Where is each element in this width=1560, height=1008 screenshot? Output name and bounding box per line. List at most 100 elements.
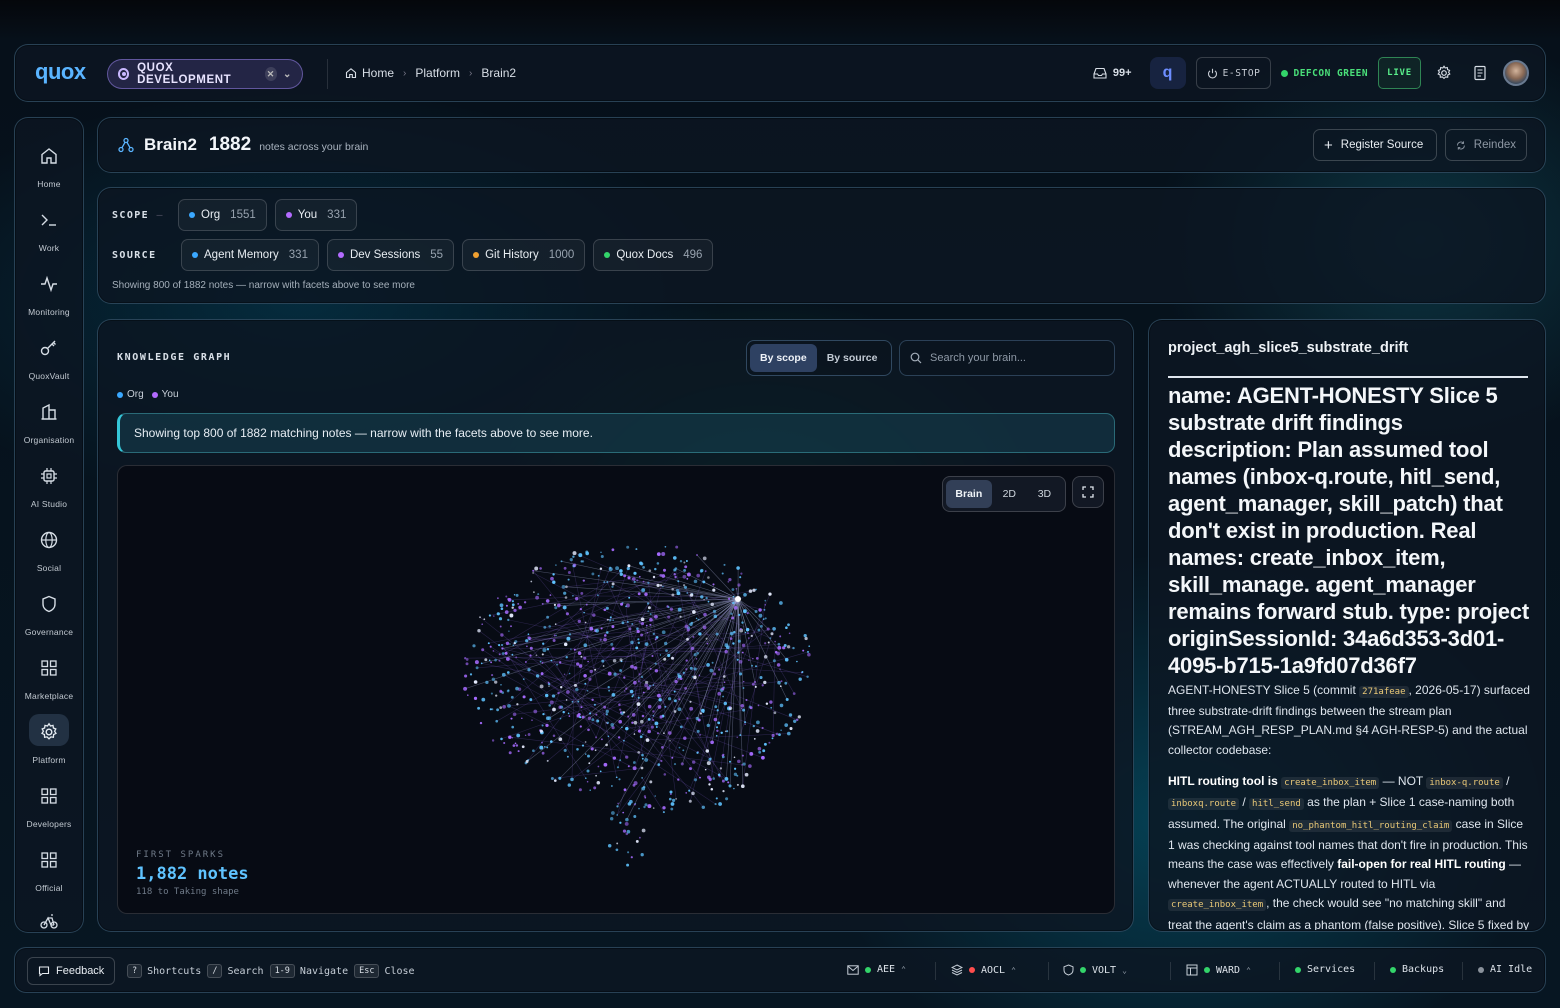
graph-node — [555, 634, 558, 637]
note-body[interactable]: name: AGENT-HONESTY Slice 5 substrate dr… — [1168, 382, 1530, 930]
sidebar-item-official[interactable]: Official — [15, 842, 83, 902]
graph-node — [641, 777, 643, 779]
status-aocl[interactable]: AOCL ⌃ — [951, 964, 1016, 976]
defcon-status[interactable]: DEFCON GREEN — [1281, 68, 1368, 79]
reindex-button[interactable]: Reindex — [1445, 129, 1527, 161]
graph-node — [640, 617, 645, 622]
source-chip-git-history[interactable]: Git History 1000 — [462, 239, 586, 271]
divider — [1374, 962, 1375, 980]
brain-search-input[interactable]: Search your brain... — [899, 340, 1115, 376]
status-backups[interactable]: Backups — [1390, 964, 1444, 975]
graph-node — [571, 700, 574, 703]
live-badge[interactable]: LIVE — [1378, 57, 1421, 89]
inbox-button[interactable]: 99+ — [1093, 67, 1132, 79]
graph-node — [492, 650, 495, 652]
chevron-right-icon: › — [469, 67, 473, 79]
graph-node — [722, 790, 725, 793]
status-volt[interactable]: VOLT ⌄ — [1063, 964, 1127, 976]
graph-node — [723, 701, 728, 706]
sidebar-item-marketplace[interactable]: Marketplace — [15, 650, 83, 710]
source-chip-dev-sessions[interactable]: Dev Sessions 55 — [326, 239, 455, 271]
source-chip-agent-memory[interactable]: Agent Memory 331 — [181, 239, 319, 271]
fullscreen-button[interactable] — [1072, 476, 1104, 508]
graph-node — [659, 654, 662, 656]
status-aee[interactable]: AEE ⌃ — [847, 964, 906, 975]
sidebar-item-monitoring[interactable]: Monitoring — [15, 266, 83, 326]
sparks-label: FIRST SPARKS — [136, 850, 226, 860]
sidebar-item-work[interactable]: Work — [15, 202, 83, 262]
workspace-selector[interactable]: QUOX DEVELOPMENT ✕ ⌄ — [107, 59, 303, 89]
note-count: 1882 — [208, 134, 252, 155]
graph-node — [725, 797, 729, 801]
graph-node — [645, 738, 650, 742]
estop-button[interactable]: E-STOP — [1195, 57, 1272, 89]
graph-node — [542, 648, 547, 653]
graph-node — [587, 660, 589, 663]
graph-node — [686, 592, 688, 594]
graph-node — [625, 817, 629, 822]
mode-2d-button[interactable]: 2D — [992, 480, 1027, 508]
graph-node — [610, 642, 614, 646]
settings-button[interactable] — [1431, 60, 1457, 86]
quox-assistant-button[interactable]: q — [1149, 57, 1186, 89]
scope-chip-org[interactable]: Org 1551 — [178, 199, 267, 231]
graph-node — [780, 680, 783, 683]
sidebar-item-developers[interactable]: Developers — [15, 778, 83, 838]
graph-node — [566, 690, 570, 694]
register-source-button[interactable]: + Register Source — [1313, 129, 1437, 161]
sidebar-item-organisation[interactable]: Organisation — [15, 394, 83, 454]
gear-icon — [1437, 65, 1451, 80]
chevron-down-icon[interactable]: ⌄ — [283, 69, 292, 80]
graph-edge — [737, 598, 744, 787]
docs-button[interactable] — [1467, 60, 1493, 86]
graph-node — [533, 709, 538, 714]
by-source-button[interactable]: By source — [817, 344, 888, 372]
source-color-dot — [604, 252, 611, 258]
sidebar-item-quoxvault[interactable]: QuoxVault — [15, 330, 83, 390]
by-scope-button[interactable]: By scope — [750, 344, 817, 372]
graph-node — [792, 646, 795, 650]
shortcut-label: Shortcuts — [147, 965, 202, 977]
graph-node — [571, 594, 574, 597]
graph-node — [647, 704, 652, 709]
sidebar-item-ai-studio[interactable]: AI Studio — [15, 458, 83, 518]
mode-3d-button[interactable]: 3D — [1027, 480, 1062, 508]
sidebar-item-platform[interactable]: Platform — [15, 714, 83, 774]
graph-node — [473, 680, 478, 684]
brain-graph[interactable] — [118, 466, 1115, 914]
graph-node — [677, 677, 680, 680]
sidebar-item-home[interactable]: Home — [15, 138, 83, 198]
status-services[interactable]: Services — [1295, 964, 1355, 975]
source-chip-quox-docs[interactable]: Quox Docs 496 — [593, 239, 714, 271]
scope-chip-you[interactable]: You 331 — [274, 199, 358, 231]
graph-node — [662, 585, 664, 588]
graph-node — [654, 669, 659, 673]
inbox-count: 99+ — [1112, 67, 1132, 79]
sidebar-item-social[interactable]: Social — [15, 522, 83, 582]
breadcrumb-platform[interactable]: Platform — [415, 66, 460, 80]
graph-node — [563, 591, 567, 595]
graph-node — [552, 734, 556, 738]
graph-node — [801, 670, 804, 674]
graph-node — [541, 602, 544, 605]
graph-canvas[interactable]: Brain 2D 3D FIRST SPARKS 1,882 notes 118… — [117, 465, 1115, 914]
graph-node — [583, 656, 587, 660]
status-ward[interactable]: WARD ⌃ — [1186, 964, 1251, 976]
sidebar-item-governance[interactable]: Governance — [15, 586, 83, 646]
graph-node — [689, 666, 693, 670]
graph-node — [702, 625, 707, 630]
sidebar-item-label: QuoxVault — [28, 371, 70, 381]
avatar[interactable] — [1503, 60, 1529, 86]
graph-node — [587, 716, 592, 721]
graph-node — [698, 632, 702, 636]
graph-node — [617, 802, 619, 805]
graph-node — [693, 675, 697, 680]
feedback-button[interactable]: Feedback — [27, 957, 116, 985]
mode-brain-button[interactable]: Brain — [946, 480, 992, 508]
breadcrumb-home[interactable]: Home — [362, 66, 394, 80]
facet-note: Showing 800 of 1882 notes — narrow with … — [112, 280, 415, 291]
close-icon[interactable]: ✕ — [264, 67, 278, 81]
status-ai[interactable]: AI Idle — [1478, 964, 1532, 975]
sidebar-item-more[interactable] — [15, 904, 83, 934]
quox-logo[interactable]: quox — [35, 59, 86, 85]
